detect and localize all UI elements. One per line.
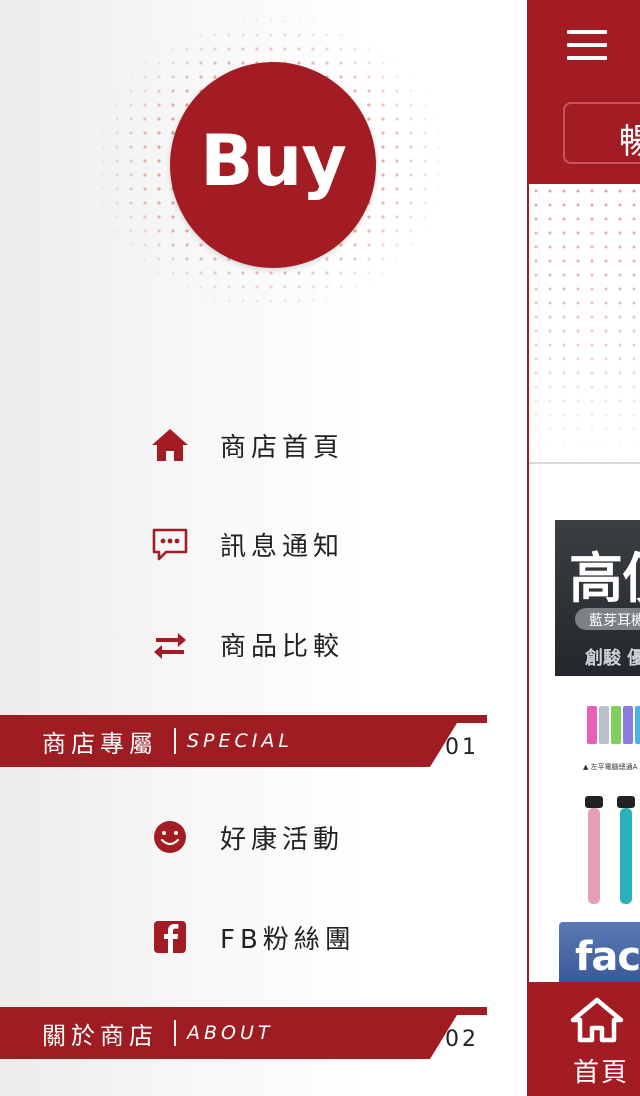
selfie-stick-image	[588, 808, 600, 904]
usb-drive-image	[635, 706, 640, 744]
section-subtitle: SPECIAL	[187, 730, 293, 752]
menu-item-label: 商店首頁	[220, 432, 345, 463]
top-tab[interactable]: 暢	[563, 102, 640, 164]
product-brand: 創駿 優	[585, 648, 640, 669]
menu-item-label: 商品比較	[220, 631, 345, 662]
section-header-special: 商店專屬 SPECIAL 01	[0, 715, 487, 767]
menu-item-fb-fanpage[interactable]: FB粉絲團	[150, 912, 356, 962]
menu-item-label: 好康活動	[220, 824, 345, 855]
section-header-about: 關於商店 ABOUT 02	[0, 1007, 487, 1059]
facebook-banner[interactable]: face	[559, 922, 640, 982]
bottom-tab-home[interactable]: 首頁	[529, 982, 640, 1096]
facebook-icon	[150, 917, 190, 957]
menu-item-promotions[interactable]: 好康活動	[150, 812, 344, 862]
section-divider	[174, 1020, 176, 1046]
menu-item-store-home[interactable]: 商店首頁	[150, 420, 344, 470]
selfie-stick-image	[620, 808, 632, 904]
tab-label: 首頁	[573, 1058, 630, 1088]
smile-icon	[150, 817, 190, 857]
menu-item-compare[interactable]: 商品比較	[150, 619, 344, 669]
home-icon	[150, 425, 190, 465]
home-icon	[570, 997, 624, 1043]
menu-item-notifications[interactable]: 訊息通知	[150, 519, 344, 569]
top-tab-label: 暢	[619, 122, 640, 162]
facebook-banner-text: face	[575, 934, 640, 980]
logo-text: Buy	[200, 120, 347, 202]
section-number: 01	[445, 735, 479, 760]
divider	[529, 462, 640, 464]
menu-item-label: 訊息通知	[220, 531, 345, 562]
product-card-selfie-sticks[interactable]	[583, 786, 640, 916]
usb-drive-image	[587, 706, 597, 744]
product-card-usb-drives[interactable]: ▲ 左平電腦總通A	[583, 700, 640, 776]
product-card-earphones[interactable]: 高價 藍芽耳機 創駿 優	[555, 520, 640, 676]
usb-drive-image	[623, 706, 633, 744]
banner-dot-pattern	[529, 184, 640, 462]
section-divider	[174, 728, 176, 754]
selfie-stick-head	[617, 796, 635, 808]
usb-drive-image	[611, 706, 621, 744]
menu-item-label: FB粉絲團	[220, 924, 356, 955]
message-icon	[150, 524, 190, 564]
main-page-peek[interactable]: 暢 高價 藍芽耳機 創駿 優 ▲ 左平電腦總通A face 首頁	[527, 0, 640, 1096]
compare-icon	[150, 624, 190, 664]
side-drawer: Buy 商店首頁 訊息通知 商品比較 商店專屬 SPECIAL 01 好康活動 …	[0, 0, 527, 1096]
section-subtitle: ABOUT	[187, 1022, 274, 1044]
section-title: 商店專屬	[42, 730, 158, 758]
usb-drive-image	[599, 706, 609, 744]
store-logo: Buy	[170, 62, 376, 268]
product-caption: ▲ 左平電腦總通A	[583, 763, 638, 771]
section-title: 關於商店	[42, 1022, 158, 1050]
section-number: 02	[445, 1027, 479, 1052]
product-headline: 高價	[569, 547, 640, 610]
hamburger-menu-icon[interactable]	[567, 30, 607, 60]
selfie-stick-head	[585, 796, 603, 808]
product-tag: 藍芽耳機	[575, 608, 640, 630]
main-header: 暢	[529, 0, 640, 184]
